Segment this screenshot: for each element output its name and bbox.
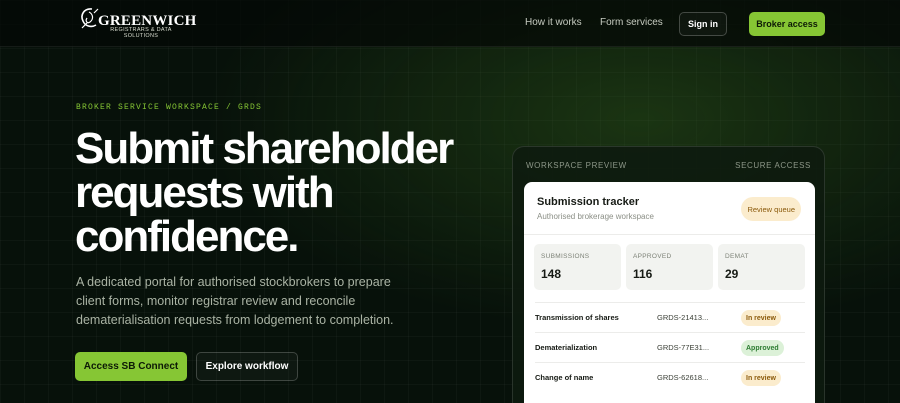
stat-value: 116: [633, 267, 653, 281]
stat-approved: APPROVED 116: [626, 244, 713, 290]
greenwich-logo-mark-icon: [81, 8, 99, 29]
explore-workflow-button[interactable]: Explore workflow: [196, 352, 298, 381]
sign-in-button[interactable]: Sign in: [679, 12, 727, 36]
request-reference: GRDS-21413...: [657, 313, 709, 322]
table-row[interactable]: Change of name GRDS-62618... In review: [535, 362, 805, 392]
table-row[interactable]: Dematerialization GRDS-77E31... Approved: [535, 332, 805, 362]
stat-submissions: SUBMISSIONS 148: [534, 244, 621, 290]
workspace-preview-panel: WORKSPACE PREVIEW SECURE ACCESS Submissi…: [512, 146, 825, 403]
card-title: Submission tracker: [537, 196, 640, 208]
stat-demat: DEMAT 29: [718, 244, 805, 290]
hero-headline-line-3: confidence.: [75, 212, 300, 261]
stat-value: 148: [541, 267, 562, 281]
nav-link-how-it-works[interactable]: How it works: [525, 17, 582, 28]
workspace-preview-label: WORKSPACE PREVIEW: [526, 161, 627, 170]
request-name: Dematerialization: [535, 343, 598, 352]
hero-description: A dedicated portal for authorised stockb…: [76, 275, 394, 327]
submission-tracker-card: Submission tracker Authorised brokerage …: [524, 182, 815, 403]
access-sb-connect-button[interactable]: Access SB Connect: [75, 352, 187, 381]
request-reference: GRDS-77E31...: [657, 343, 710, 352]
status-badge: In review: [741, 370, 781, 386]
hero-headline-line-2: requests with: [75, 168, 335, 217]
card-divider: [524, 234, 815, 235]
stat-label: DEMAT: [725, 253, 749, 260]
review-queue-badge[interactable]: Review queue: [741, 197, 801, 221]
brand-tagline: REGISTRARS & DATA SOLUTIONS: [108, 27, 174, 39]
request-name: Transmission of shares: [535, 313, 619, 322]
request-reference: GRDS-62618...: [657, 373, 709, 382]
nav-link-form-services[interactable]: Form services: [600, 17, 663, 28]
secure-access-label: SECURE ACCESS: [735, 161, 811, 170]
top-navigation: GREENWICH REGISTRARS & DATA SOLUTIONS Ho…: [0, 0, 900, 47]
status-badge: Approved: [741, 340, 784, 356]
stat-label: APPROVED: [633, 253, 672, 260]
hero-headline-line-1: Submit shareholder: [75, 124, 454, 173]
brand-tagline-line-2: SOLUTIONS: [123, 33, 159, 39]
status-badge: In review: [741, 310, 781, 326]
stat-label: SUBMISSIONS: [541, 253, 590, 260]
stat-value: 29: [725, 267, 739, 281]
hero-eyebrow: BROKER SERVICE WORKSPACE / GRDS: [76, 103, 263, 112]
broker-access-button[interactable]: Broker access: [749, 12, 825, 36]
brand-logo[interactable]: GREENWICH REGISTRARS & DATA SOLUTIONS: [78, 6, 198, 40]
request-name: Change of name: [535, 373, 594, 382]
hero-headline: Submit shareholder requests with confide…: [75, 127, 505, 259]
card-subtitle: Authorised brokerage workspace: [537, 212, 654, 221]
table-row[interactable]: Transmission of shares GRDS-21413... In …: [535, 302, 805, 332]
